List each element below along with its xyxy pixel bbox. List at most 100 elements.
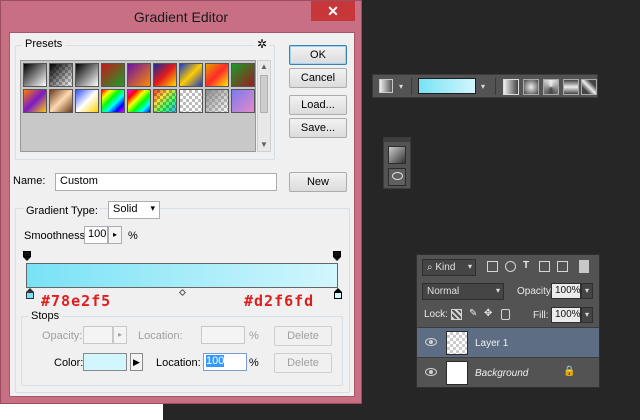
- tool-preset-chevron-icon[interactable]: ▾: [399, 82, 403, 91]
- lock-icon: 🔒: [563, 366, 576, 377]
- fill-chevron-icon[interactable]: ▾: [581, 307, 593, 323]
- color-swatch[interactable]: [83, 353, 127, 371]
- filter-shape-icon[interactable]: [539, 261, 550, 272]
- color-location-value: 100: [206, 355, 225, 367]
- gradient-panel-icon[interactable]: [388, 146, 406, 164]
- layer-thumbnail: [446, 331, 468, 355]
- color-menu-arrow-icon[interactable]: ▶: [130, 353, 143, 371]
- eye-visibility-icon[interactable]: [425, 338, 437, 346]
- preset-swatch[interactable]: [49, 63, 73, 87]
- smoothness-percent: %: [128, 230, 138, 242]
- preset-swatch[interactable]: [127, 89, 151, 113]
- smoothness-input[interactable]: 100: [84, 226, 108, 244]
- gradient-picker-preview[interactable]: [418, 78, 476, 94]
- opacity-label: Opacity:: [517, 286, 554, 297]
- load-button[interactable]: Load...: [289, 95, 347, 115]
- speech-bubble-icon[interactable]: [388, 168, 406, 186]
- save-button[interactable]: Save...: [289, 118, 347, 138]
- layer-row-layer-1[interactable]: Layer 1: [417, 327, 599, 357]
- gradient-editor-window: Gradient Editor ✕ Presets ✲ ▲ ▼ OK Cance…: [0, 0, 362, 404]
- close-button[interactable]: ✕: [311, 1, 355, 21]
- presets-swatch-grid: [20, 60, 256, 152]
- color-location-input[interactable]: 100: [203, 353, 247, 371]
- preset-swatch[interactable]: [153, 89, 177, 113]
- preset-swatch[interactable]: [205, 89, 229, 113]
- cancel-button[interactable]: Cancel: [289, 68, 347, 88]
- filter-pixel-icon[interactable]: [487, 261, 498, 272]
- title-bar[interactable]: Gradient Editor ✕: [1, 1, 361, 31]
- eye-visibility-icon[interactable]: [425, 368, 437, 376]
- scroll-up-icon[interactable]: ▲: [258, 61, 270, 73]
- filter-smart-object-icon[interactable]: [557, 261, 568, 272]
- preset-swatch[interactable]: [101, 89, 125, 113]
- annotation-left-hex: #78e2f5: [41, 292, 112, 310]
- preset-swatch[interactable]: [153, 63, 177, 87]
- preset-swatch[interactable]: [49, 89, 73, 113]
- layer-fill-input[interactable]: 100%: [551, 307, 581, 323]
- layer-row-background[interactable]: Background 🔒: [417, 357, 599, 387]
- presets-scrollbar[interactable]: ▲ ▼: [257, 60, 271, 152]
- chevron-down-icon: ▾: [495, 286, 500, 295]
- smoothness-label: Smoothness:: [24, 230, 89, 242]
- gradient-type-select[interactable]: Solid ▾: [108, 201, 160, 219]
- lock-label: Lock:: [424, 309, 448, 320]
- blend-mode-select[interactable]: Normal ▾: [422, 283, 504, 300]
- preset-swatch[interactable]: [231, 89, 255, 113]
- scroll-down-icon[interactable]: ▼: [258, 139, 270, 151]
- stops-label: Stops: [28, 310, 63, 322]
- ok-button[interactable]: OK: [289, 45, 347, 65]
- opacity-spin-icon: ▸: [113, 326, 127, 344]
- lock-transparent-icon[interactable]: [451, 309, 462, 320]
- gradient-type-value: Solid: [113, 203, 138, 215]
- opacity-chevron-icon[interactable]: ▾: [581, 283, 593, 299]
- preset-swatch[interactable]: [23, 89, 47, 113]
- layer-name: Layer 1: [475, 338, 509, 349]
- diamond-gradient-icon[interactable]: [581, 79, 597, 95]
- layer-thumbnail: [446, 361, 468, 385]
- delete-opacity-stop-button: Delete: [274, 326, 332, 346]
- name-input[interactable]: Custom: [55, 173, 277, 191]
- preset-swatch[interactable]: [101, 63, 125, 87]
- filter-adjustment-icon[interactable]: [505, 261, 516, 272]
- preset-swatch[interactable]: [127, 63, 151, 87]
- filter-toggle-icon[interactable]: [579, 260, 589, 273]
- new-button[interactable]: New: [289, 172, 347, 192]
- lock-image-brush-icon[interactable]: ✎: [469, 308, 477, 319]
- opacity-stop-left[interactable]: [23, 251, 31, 261]
- gradient-options-bar: ▾ ▾: [372, 74, 598, 98]
- annotation-right-hex: #d2f6fd: [244, 292, 315, 310]
- delete-color-stop-button: Delete: [274, 353, 332, 373]
- layer-opacity-input[interactable]: 100%: [551, 283, 581, 299]
- chevron-down-icon: ▾: [150, 203, 155, 213]
- gradient-picker-chevron-icon[interactable]: ▾: [481, 82, 485, 91]
- preset-swatch[interactable]: [179, 63, 203, 87]
- blend-mode-value: Normal: [427, 286, 460, 297]
- scroll-thumb[interactable]: [260, 75, 268, 113]
- background-white-strip: [0, 404, 163, 420]
- opacity-stop-right[interactable]: [333, 251, 341, 261]
- gradient-type-label: Gradient Type:: [24, 205, 100, 217]
- layer-filter-kind-select[interactable]: ⌕ Kind ▾: [422, 259, 476, 276]
- lock-position-move-icon[interactable]: ✥: [484, 308, 492, 319]
- window-title: Gradient Editor: [133, 9, 229, 25]
- lock-all-icon[interactable]: [501, 309, 510, 320]
- preset-swatch[interactable]: [75, 63, 99, 87]
- preset-swatch[interactable]: [23, 63, 47, 87]
- color-stop-left[interactable]: [25, 288, 35, 300]
- panel-grip[interactable]: [384, 138, 410, 142]
- preset-swatch[interactable]: [231, 63, 255, 87]
- preset-swatch[interactable]: [179, 89, 203, 113]
- gradient-preview-bar[interactable]: [26, 263, 338, 288]
- linear-gradient-icon[interactable]: [503, 79, 519, 95]
- radial-gradient-icon[interactable]: [523, 79, 539, 95]
- angle-gradient-icon[interactable]: [543, 79, 559, 95]
- reflected-gradient-icon[interactable]: [563, 79, 579, 95]
- filter-type-icon[interactable]: T: [523, 260, 529, 271]
- preset-swatch[interactable]: [205, 63, 229, 87]
- preset-swatch[interactable]: [75, 89, 99, 113]
- smoothness-spin-icon[interactable]: ▸: [108, 226, 122, 244]
- presets-group: Presets ✲ ▲ ▼: [15, 37, 275, 160]
- color-stop-right[interactable]: [333, 288, 343, 300]
- gear-icon[interactable]: ✲: [254, 37, 269, 51]
- gradient-tool-icon[interactable]: [379, 79, 393, 93]
